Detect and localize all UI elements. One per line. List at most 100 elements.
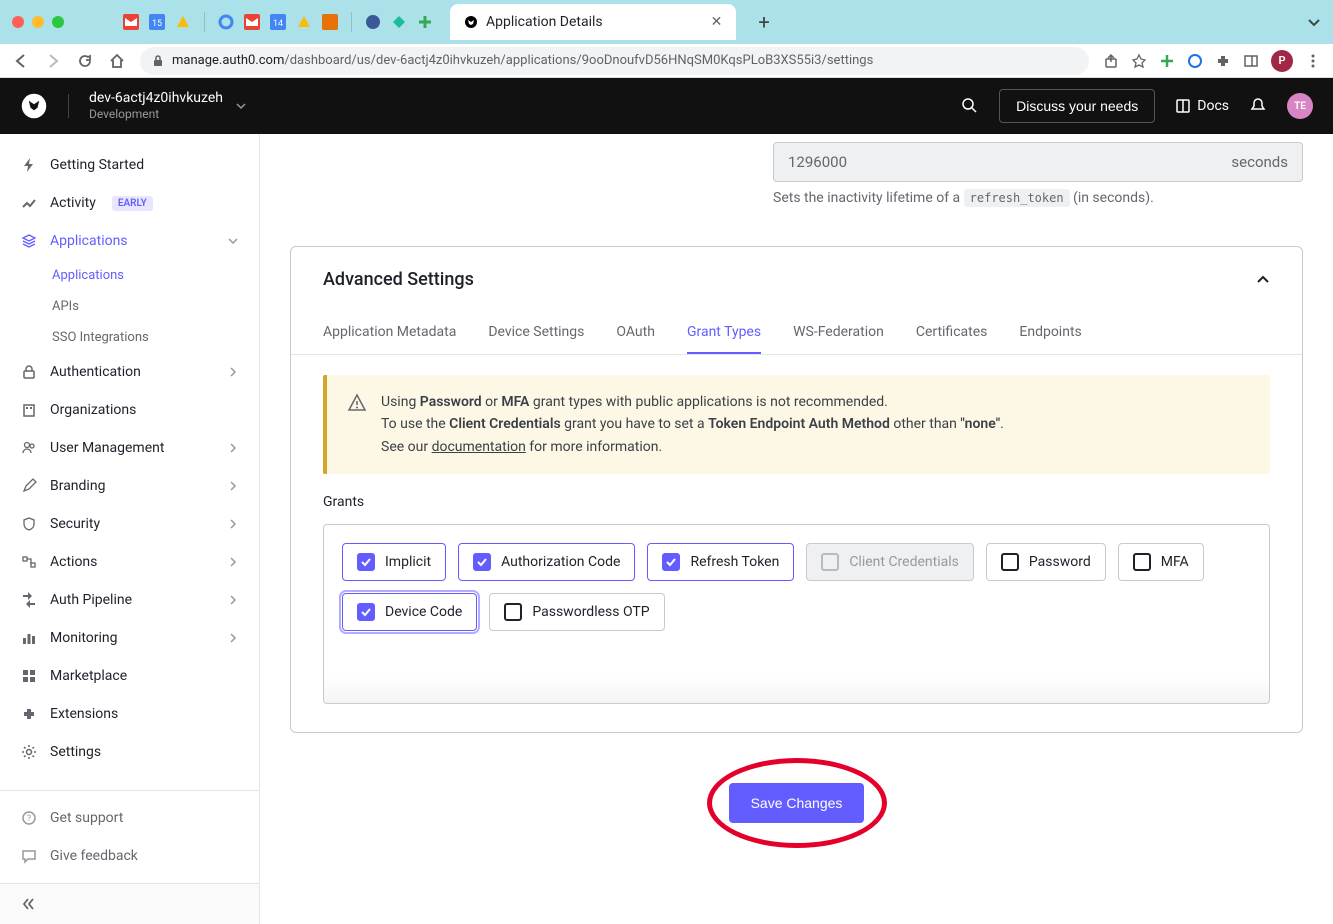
- sidebar-item-security[interactable]: Security: [0, 505, 259, 543]
- grant-refresh-token[interactable]: Refresh Token: [647, 543, 794, 581]
- bookmark-icon[interactable]: [1131, 53, 1147, 69]
- user-avatar[interactable]: TE: [1287, 93, 1313, 119]
- grants-label: Grants: [323, 494, 1270, 510]
- sidebar-item-authentication[interactable]: Authentication: [0, 353, 259, 391]
- extensions-icon[interactable]: [1215, 53, 1231, 69]
- sidebar-item-support[interactable]: ? Get support: [0, 799, 259, 837]
- tab-title: Application Details: [486, 14, 603, 30]
- grant-mfa[interactable]: MFA: [1118, 543, 1204, 581]
- gear-icon: [20, 743, 38, 761]
- grant-authorization-code[interactable]: Authorization Code: [458, 543, 635, 581]
- close-window[interactable]: [12, 16, 24, 28]
- sidebar-item-marketplace[interactable]: Marketplace: [0, 657, 259, 695]
- svg-text:?: ?: [27, 814, 31, 824]
- sidebar-item-organizations[interactable]: Organizations: [0, 391, 259, 429]
- sidebar-item-extensions[interactable]: Extensions: [0, 695, 259, 733]
- sidebar-item-user-management[interactable]: User Management: [0, 429, 259, 467]
- back-button[interactable]: [12, 52, 30, 70]
- minimize-window[interactable]: [32, 16, 44, 28]
- grant-password[interactable]: Password: [986, 543, 1106, 581]
- side-panel-icon[interactable]: [1243, 53, 1259, 69]
- sidebar-subitem-applications[interactable]: Applications: [0, 260, 259, 291]
- sidebar-item-getting-started[interactable]: Getting Started: [0, 146, 259, 184]
- sidebar-item-applications[interactable]: Applications: [0, 222, 259, 260]
- checkbox-icon: [504, 603, 522, 621]
- maximize-window[interactable]: [52, 16, 64, 28]
- lifetime-help-text: Sets the inactivity lifetime of a refres…: [773, 190, 1303, 206]
- tab-oauth[interactable]: OAuth: [616, 312, 655, 354]
- grant-passwordless-otp[interactable]: Passwordless OTP: [489, 593, 664, 631]
- checkbox-icon: [357, 603, 375, 621]
- documentation-link[interactable]: documentation: [432, 439, 526, 455]
- tab-grant-types[interactable]: Grant Types: [687, 312, 761, 354]
- home-button[interactable]: [108, 52, 126, 70]
- pinned-tab-app1[interactable]: [321, 13, 339, 31]
- book-icon: [1175, 98, 1191, 114]
- browser-address-bar: manage.auth0.com/dashboard/us/dev-6actj4…: [0, 44, 1333, 78]
- sidebar-subitem-sso[interactable]: SSO Integrations: [0, 322, 259, 353]
- pinned-tab-gmail2[interactable]: [243, 13, 261, 31]
- pinned-tab-calendar2[interactable]: 14: [269, 13, 287, 31]
- bars-icon: [20, 629, 38, 647]
- tabs-dropdown-icon[interactable]: [1307, 15, 1321, 29]
- tenant-switcher[interactable]: dev-6actj4z0ihvkuzeh Development: [89, 89, 247, 123]
- sidebar-subitem-apis[interactable]: APIs: [0, 291, 259, 322]
- sidebar-item-actions[interactable]: Actions: [0, 543, 259, 581]
- checkbox-icon: [1133, 553, 1151, 571]
- chevron-right-icon: [227, 556, 239, 568]
- chart-icon: [20, 194, 38, 212]
- tab-certificates[interactable]: Certificates: [916, 312, 988, 354]
- pinned-tab-drive2[interactable]: [295, 13, 313, 31]
- new-tab-button[interactable]: +: [758, 10, 769, 34]
- sidebar-item-feedback[interactable]: Give feedback: [0, 837, 259, 875]
- sidebar-item-activity[interactable]: Activity EARLY: [0, 184, 259, 222]
- share-icon[interactable]: [1103, 53, 1119, 69]
- discuss-needs-button[interactable]: Discuss your needs: [999, 89, 1155, 123]
- notifications-icon[interactable]: [1249, 97, 1267, 115]
- close-tab-icon[interactable]: ✕: [711, 14, 723, 30]
- save-changes-button[interactable]: Save Changes: [729, 783, 865, 823]
- browser-menu-icon[interactable]: [1305, 53, 1321, 69]
- tab-device-settings[interactable]: Device Settings: [488, 312, 584, 354]
- chevron-right-icon: [227, 632, 239, 644]
- pinned-tab-app4[interactable]: [416, 13, 434, 31]
- docs-link[interactable]: Docs: [1175, 98, 1229, 114]
- pinned-tabs: 15 14: [122, 12, 434, 32]
- shield-icon: [20, 515, 38, 533]
- collapse-sidebar-button[interactable]: [0, 883, 259, 924]
- reload-button[interactable]: [76, 52, 94, 70]
- auth0-logo[interactable]: [20, 92, 48, 120]
- svg-text:14: 14: [273, 19, 283, 29]
- sidebar-item-auth-pipeline[interactable]: Auth Pipeline: [0, 581, 259, 619]
- sidebar-item-monitoring[interactable]: Monitoring: [0, 619, 259, 657]
- checkbox-icon: [662, 553, 680, 571]
- tab-endpoints[interactable]: Endpoints: [1019, 312, 1081, 354]
- pinned-tab-drive[interactable]: [174, 13, 192, 31]
- sidebar-item-branding[interactable]: Branding: [0, 467, 259, 505]
- browser-tab-active[interactable]: Application Details ✕: [450, 4, 736, 40]
- advanced-settings-card: Advanced Settings Application Metadata D…: [290, 246, 1303, 733]
- building-icon: [20, 401, 38, 419]
- chevron-double-left-icon: [20, 896, 36, 912]
- pinned-tab-app2[interactable]: [364, 13, 382, 31]
- tab-ws-federation[interactable]: WS-Federation: [793, 312, 884, 354]
- grant-device-code[interactable]: Device Code: [342, 593, 477, 631]
- pinned-tab-calendar[interactable]: 15: [148, 13, 166, 31]
- grant-client-credentials: Client Credentials: [806, 543, 974, 581]
- pinned-tab-google[interactable]: [217, 13, 235, 31]
- advanced-settings-header[interactable]: Advanced Settings: [291, 247, 1302, 312]
- grant-implicit[interactable]: Implicit: [342, 543, 446, 581]
- url-input[interactable]: manage.auth0.com/dashboard/us/dev-6actj4…: [140, 47, 1089, 75]
- tab-application-metadata[interactable]: Application Metadata: [323, 312, 456, 354]
- inactivity-lifetime-input[interactable]: 1296000 seconds: [773, 142, 1303, 182]
- pinned-tab-gmail[interactable]: [122, 13, 140, 31]
- pinned-tab-app3[interactable]: [390, 13, 408, 31]
- extension-icon-1[interactable]: [1159, 53, 1175, 69]
- checkbox-icon: [357, 553, 375, 571]
- extension-icon-2[interactable]: [1187, 53, 1203, 69]
- search-icon[interactable]: [961, 97, 979, 115]
- sidebar-item-settings[interactable]: Settings: [0, 733, 259, 771]
- grant-types-warning: Using Password or MFA grant types with p…: [323, 375, 1270, 474]
- browser-profile-avatar[interactable]: P: [1271, 50, 1293, 72]
- chevron-right-icon: [227, 480, 239, 492]
